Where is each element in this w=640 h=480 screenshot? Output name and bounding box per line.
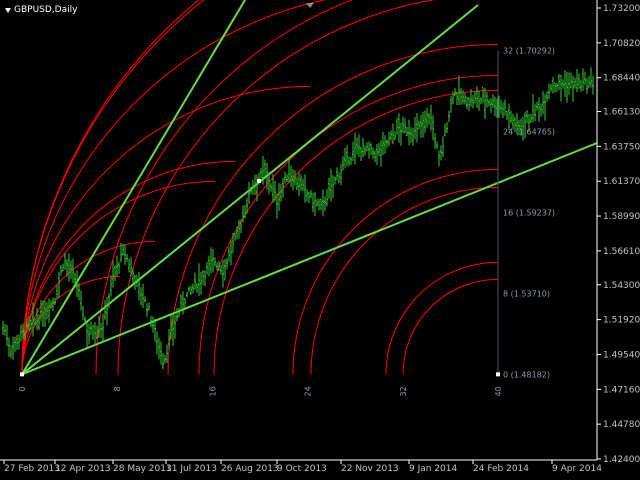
gann-time-mark: 0 [18,386,27,391]
gann-fan-line[interactable] [21,0,246,375]
gann-level-label[interactable]: 16 (1.59237) [503,208,555,217]
price-axis-label: 1.42400 [603,455,640,465]
price-axis-label: 1.44780 [603,420,640,430]
gann-handle[interactable] [257,179,261,183]
gann-arcs [21,0,499,375]
gann-arc[interactable] [21,0,498,375]
price-axis-label: 1.70820 [603,39,640,49]
gann-time-mark: 24 [304,386,313,396]
chart-window[interactable]: 0 (1.48182) 8 (1.53710) 16 (1.59237) 24 (1.… [0,0,640,480]
chart-shift-triangle-icon[interactable] [306,3,314,8]
time-axis-label: 27 Feb 2013 [4,464,60,474]
time-axis-label: 9 Oct 2013 [277,464,327,474]
time-axis-label: 9 Jan 2014 [409,464,457,474]
gann-level-label[interactable]: 0 (1.48182) [503,370,550,379]
gann-level-label[interactable]: 24 (1.64765) [503,128,555,137]
gann-level-label[interactable]: 32 (1.70292) [503,47,555,56]
price-axis-label: 1.58990 [603,212,640,222]
time-axis-label: 11 Jul 2013 [166,464,217,474]
gann-arc[interactable] [213,89,499,375]
gann-arc[interactable] [402,278,499,375]
chevron-down-icon[interactable] [5,7,11,13]
gann-arc[interactable] [198,74,499,375]
gann-handle[interactable] [496,372,500,377]
time-axis-label: 9 Apr 2014 [552,464,602,474]
price-axis-label: 1.51920 [603,316,640,326]
gann-fan-lines [21,0,598,376]
price-axis-label: 1.73200 [603,4,640,14]
symbol-timeframe-label: GBPUSD,Daily [14,5,78,15]
time-axis-label: 12 Apr 2013 [55,464,111,474]
time-axis-label: 26 Aug 2013 [221,464,279,474]
gann-time-marks: 0 8 16 24 32 40 [18,386,503,396]
price-axis-label: 1.68440 [603,74,640,84]
axes: 1.73200 1.70820 1.68440 1.66130 1.63750 1.613… [0,0,640,474]
gann-time-mark: 40 [494,386,503,396]
gann-arc[interactable] [21,85,311,375]
price-axis-label: 1.61370 [603,177,640,187]
time-axis-label: 24 Feb 2014 [473,464,529,474]
gann-time-mark: 16 [208,386,217,396]
price-axis-label: 1.54300 [603,281,640,291]
time-axis-label: 28 May 2013 [113,464,172,474]
price-axis-label: 1.66130 [603,108,640,118]
gann-handle[interactable] [20,372,24,377]
gann-time-mark: 32 [399,386,408,396]
price-axis-label: 1.47160 [603,385,640,395]
price-axis-label: 1.56610 [603,247,640,257]
price-axis-label: 1.49540 [603,350,640,360]
gann-level-label[interactable]: 8 (1.53710) [503,289,550,298]
gann-arc[interactable] [385,261,499,375]
time-axis-label: 22 Nov 2013 [341,464,399,474]
gann-arc[interactable] [292,168,499,375]
gann-time-mark: 8 [113,386,122,391]
symbol-title[interactable]: GBPUSD,Daily [5,4,77,16]
gann-fan-line[interactable] [21,142,598,376]
price-axis-label: 1.63750 [603,142,640,152]
gann-arc[interactable] [167,43,499,375]
gann-arc[interactable] [21,0,405,375]
chart-canvas[interactable]: 0 (1.48182) 8 (1.53710) 16 (1.59237) 24 (1.… [0,0,640,480]
